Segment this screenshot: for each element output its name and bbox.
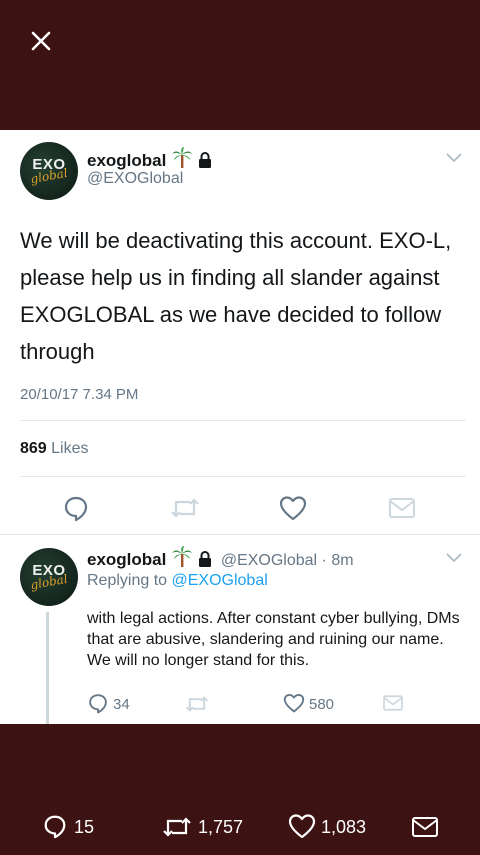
heart-icon — [283, 694, 305, 713]
reply-author-display-name[interactable]: exoglobal — [87, 550, 166, 569]
reply-button[interactable] — [62, 494, 90, 522]
envelope-icon — [412, 817, 438, 837]
likes-count: 869 — [20, 440, 47, 457]
replying-to-link[interactable]: @EXOGlobal — [172, 572, 268, 589]
bottom-action-bar: 15 1,757 1,083 — [0, 724, 480, 855]
retweet-count: 1,757 — [198, 817, 244, 837]
reply-tweet-text: with legal actions. After constant cyber… — [87, 610, 460, 669]
close-icon — [31, 31, 51, 51]
tweet-text: We will be deactivating this account. EX… — [20, 228, 452, 364]
tweet-actions — [0, 488, 480, 528]
envelope-icon — [389, 498, 415, 518]
lock-icon — [198, 152, 212, 173]
like-count: 580 — [309, 696, 335, 713]
divider — [0, 534, 480, 535]
chevron-down-icon[interactable] — [445, 152, 463, 164]
heart-icon — [279, 496, 307, 521]
heart-icon — [288, 814, 316, 839]
reply-icon — [64, 496, 88, 522]
tweet-card: EXO global exoglobal @EXOGlobal We will … — [0, 130, 480, 724]
direct-message-button[interactable] — [382, 694, 404, 712]
like-count: 1,083 — [321, 817, 367, 837]
retweet-icon — [185, 696, 209, 712]
replying-to-label: Replying to — [87, 572, 168, 589]
author-handle[interactable]: @EXOGlobal — [87, 170, 183, 188]
reply-icon — [44, 815, 66, 839]
avatar[interactable]: EXO global — [20, 142, 78, 200]
reply-count: 15 — [74, 817, 95, 837]
top-overlay-bar — [0, 0, 480, 130]
reply-author-line: exoglobal @EXOGlobal · 8m — [87, 546, 354, 573]
direct-message-button[interactable] — [388, 496, 416, 520]
lock-icon — [198, 551, 212, 572]
reply-time: · 8m — [321, 552, 354, 569]
close-button[interactable] — [28, 28, 54, 54]
reply-button[interactable] — [87, 692, 109, 714]
reply-tweet[interactable]: EXO global exoglobal @EXOGlobal · 8m Rep… — [0, 542, 480, 724]
envelope-icon — [383, 695, 403, 711]
reply-icon — [89, 694, 107, 714]
divider — [20, 420, 466, 421]
author-display-name[interactable]: exoglobal — [87, 151, 166, 170]
reply-count: 34 — [113, 696, 130, 713]
like-button[interactable] — [283, 693, 305, 713]
thread-connector-line — [46, 612, 49, 724]
like-button[interactable] — [279, 495, 307, 521]
retweet-icon — [163, 817, 191, 837]
tweet-timestamp: 20/10/17 7.34 PM — [20, 386, 139, 403]
retweet-button[interactable] — [170, 496, 200, 520]
likes-label: Likes — [51, 440, 89, 457]
divider — [20, 476, 466, 477]
chevron-down-icon[interactable] — [445, 552, 463, 564]
retweet-icon — [171, 498, 199, 518]
replying-to-line: Replying to @EXOGlobal — [87, 572, 268, 590]
reply-tweet-actions: 34 580 — [87, 692, 467, 718]
retweet-button[interactable] — [185, 694, 209, 714]
likes-count-row[interactable]: 869 Likes — [20, 440, 89, 458]
avatar[interactable]: EXO global — [20, 548, 78, 606]
reply-author-handle[interactable]: @EXOGlobal — [221, 552, 317, 569]
palm-tree-icon — [172, 546, 193, 573]
